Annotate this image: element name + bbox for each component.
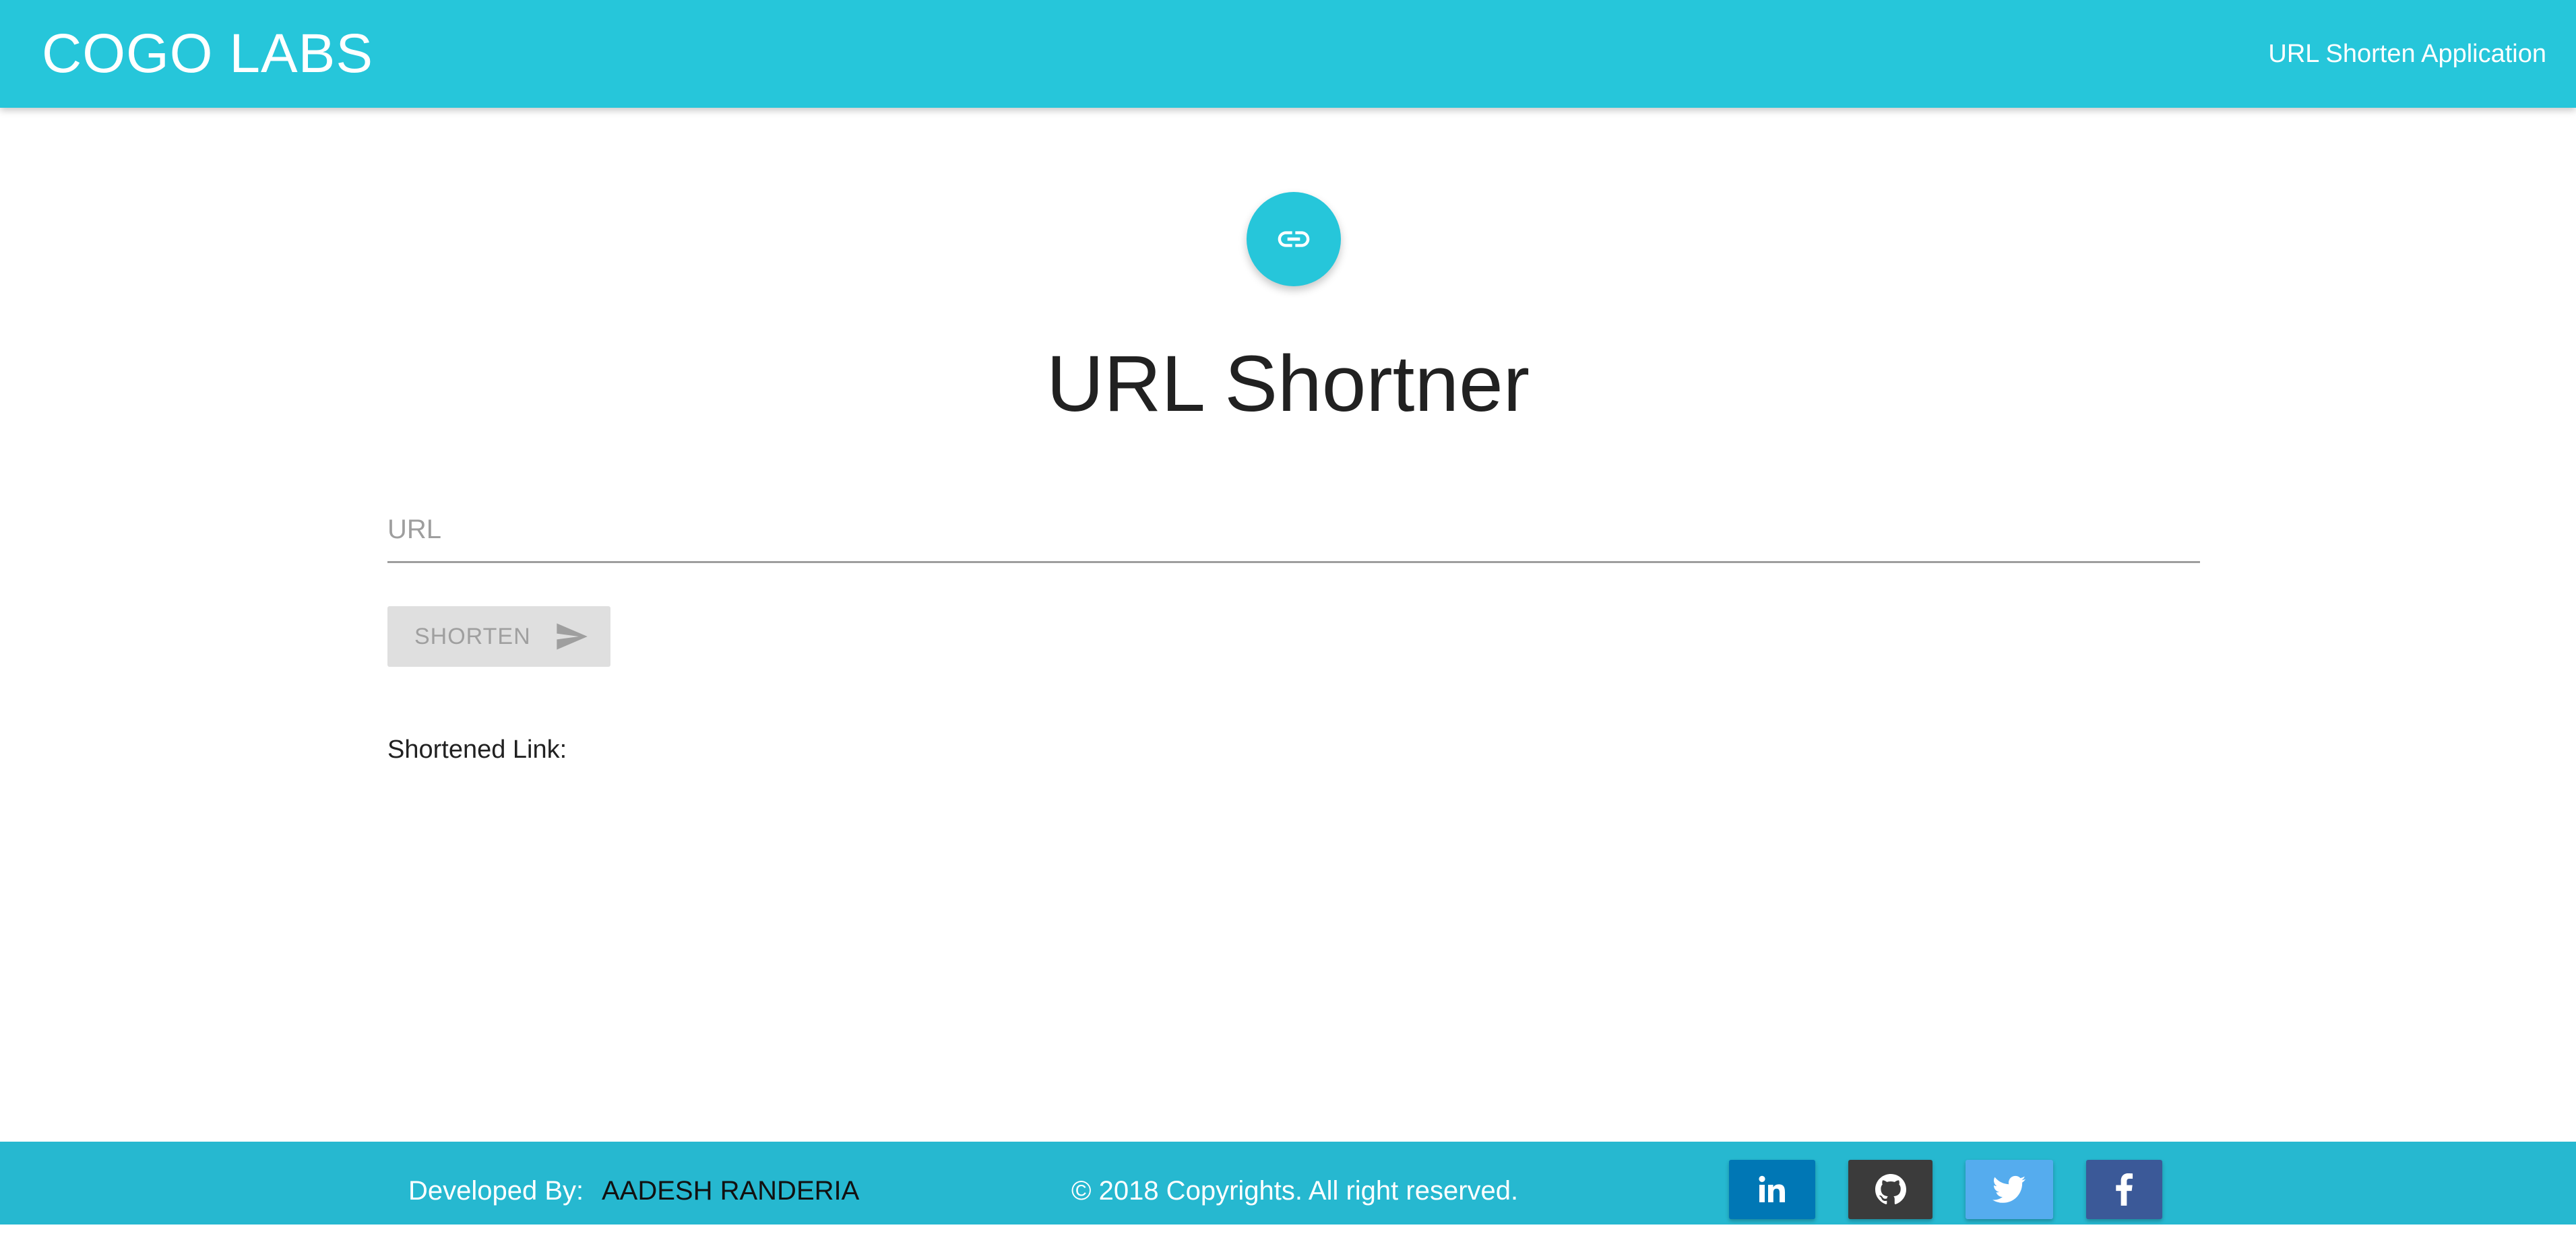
facebook-button[interactable] [2086,1160,2162,1219]
link-icon [1278,231,1310,247]
page-title: URL Shortner [1046,339,1530,428]
developed-by-label: Developed By: [408,1176,584,1206]
shortened-link-label: Shortened Link: [387,736,567,764]
footer: Developed By: AADESH RANDERIA © 2018 Cop… [0,1142,2576,1225]
nav-app-title[interactable]: URL Shorten Application [2268,0,2546,108]
developer-name: AADESH RANDERIA [602,1176,860,1206]
linkedin-icon [1759,1175,1785,1202]
copyright-text: © 2018 Copyrights. All right reserved. [1071,1176,1519,1206]
top-navbar: COGO LABS URL Shorten Application [0,0,2576,108]
link-logo-circle [1247,192,1341,286]
github-icon [1875,1174,1906,1204]
shortened-link-row: Shortened Link: [387,736,576,764]
linkedin-button[interactable] [1729,1160,1815,1219]
facebook-icon [2115,1173,2133,1206]
twitter-icon [1992,1175,2026,1203]
send-icon [554,619,589,654]
shorten-button-label: SHORTEN [414,623,531,649]
twitter-button[interactable] [1966,1160,2053,1219]
url-input[interactable] [387,498,2200,563]
shorten-button[interactable]: SHORTEN [387,606,610,667]
brand-logo[interactable]: COGO LABS [42,0,373,108]
github-button[interactable] [1848,1160,1933,1219]
